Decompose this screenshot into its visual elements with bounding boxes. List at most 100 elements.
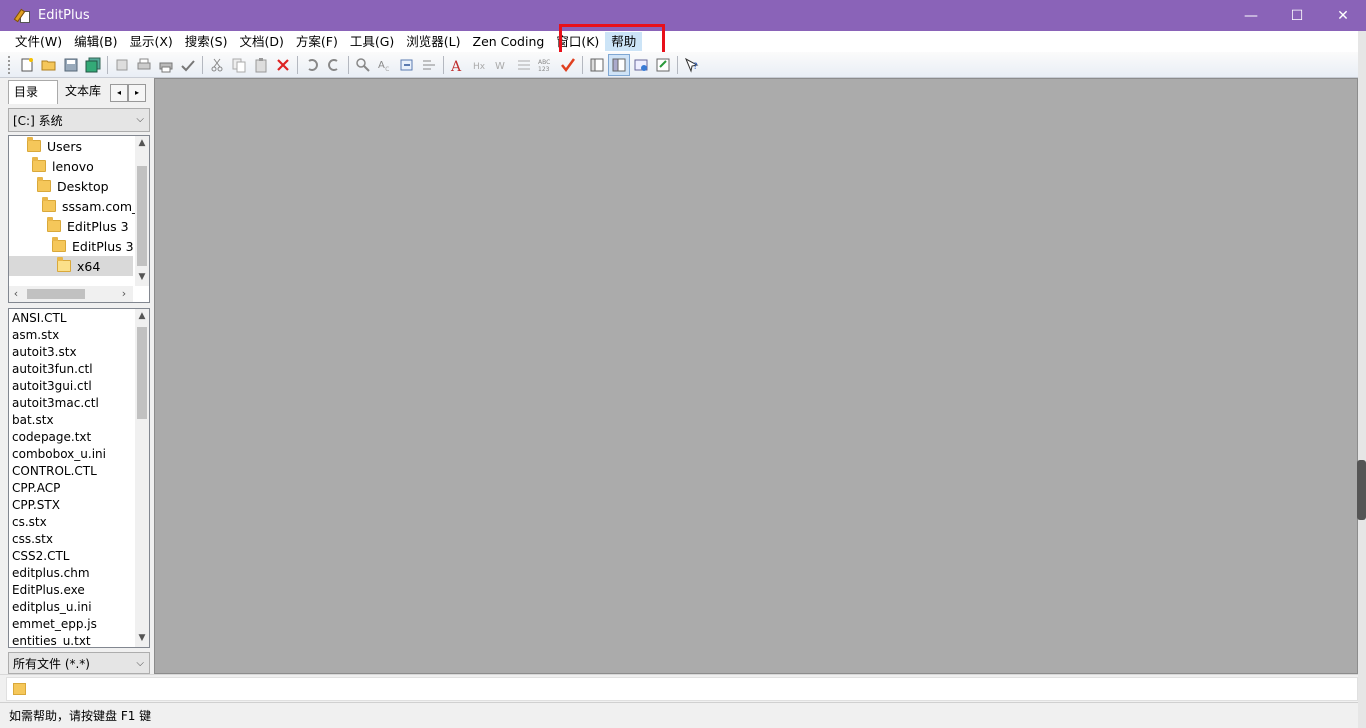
menu-file[interactable]: 文件(W) <box>9 32 68 51</box>
list-item[interactable]: bat.stx <box>12 412 54 429</box>
help-context-icon[interactable]: ? <box>681 54 703 76</box>
close-button[interactable]: ✕ <box>1320 0 1366 31</box>
scroll-up-icon[interactable]: ▲ <box>135 136 149 150</box>
menu-search[interactable]: 搜索(S) <box>179 32 234 51</box>
paste-icon[interactable] <box>250 54 272 76</box>
scroll-thumb[interactable] <box>27 289 85 299</box>
open-folder-icon[interactable] <box>38 54 60 76</box>
word-wrap-icon[interactable]: W <box>491 54 513 76</box>
list-item[interactable]: autoit3fun.ctl <box>12 361 93 378</box>
find-icon[interactable] <box>352 54 374 76</box>
new-file-icon[interactable] <box>16 54 38 76</box>
scroll-left-icon[interactable]: ‹ <box>9 286 23 302</box>
scroll-down-icon[interactable]: ▼ <box>135 270 149 284</box>
folder-icon <box>52 237 66 252</box>
goto-icon[interactable] <box>396 54 418 76</box>
reload-icon[interactable] <box>111 54 133 76</box>
tab-scroll-left-button[interactable]: ◂ <box>110 84 128 102</box>
toolbar-grip[interactable] <box>8 55 12 74</box>
file-list[interactable]: ANSI.CTL asm.stx autoit3.stx autoit3fun.… <box>8 308 150 648</box>
file-list-vertical-scrollbar[interactable]: ▲ ▼ <box>135 309 149 647</box>
tab-scroll-right-button[interactable]: ▸ <box>128 84 146 102</box>
hex-icon[interactable]: Hx <box>469 54 491 76</box>
editor-area[interactable] <box>154 78 1358 674</box>
tree-vertical-scrollbar[interactable]: ▲ ▼ <box>135 136 149 286</box>
scroll-up-icon[interactable]: ▲ <box>135 309 149 323</box>
list-item[interactable]: editplus.chm <box>12 565 90 582</box>
list-item[interactable]: autoit3gui.ctl <box>12 378 92 395</box>
scroll-thumb[interactable] <box>137 166 147 266</box>
minimize-button[interactable]: — <box>1228 0 1274 31</box>
undo-icon[interactable] <box>301 54 323 76</box>
tree-item[interactable]: Desktop <box>37 176 109 196</box>
list-item[interactable]: asm.stx <box>12 327 59 344</box>
tree-horizontal-scrollbar[interactable]: ‹ › <box>9 286 133 302</box>
list-item[interactable]: EditPlus.exe <box>12 582 85 599</box>
list-item[interactable]: CONTROL.CTL <box>12 463 97 480</box>
spell-check-icon[interactable] <box>177 54 199 76</box>
tree-item-selected[interactable]: x64 <box>9 256 133 276</box>
list-item[interactable]: CSS2.CTL <box>12 548 69 565</box>
scroll-thumb[interactable] <box>137 327 147 419</box>
tree-item-label: Users <box>47 138 83 154</box>
toolbar-separator <box>582 55 583 74</box>
menu-edit[interactable]: 编辑(B) <box>68 32 123 51</box>
menu-browser[interactable]: 浏览器(L) <box>400 32 466 51</box>
folder-icon[interactable] <box>13 683 26 695</box>
view-cliptext-icon[interactable] <box>608 53 630 76</box>
menu-tools[interactable]: 工具(G) <box>344 32 400 51</box>
list-item[interactable]: autoit3mac.ctl <box>12 395 99 412</box>
browser-icon[interactable] <box>630 54 652 76</box>
replace-icon[interactable]: Ac <box>374 54 396 76</box>
list-item[interactable]: autoit3.stx <box>12 344 77 361</box>
menu-view[interactable]: 显示(X) <box>123 32 178 51</box>
editplus-app-icon[interactable] <box>13 8 30 24</box>
save-all-icon[interactable] <box>82 54 104 76</box>
list-item[interactable]: codepage.txt <box>12 429 91 446</box>
folder-tree[interactable]: Users lenovo Desktop sssam.com_ EditPlus… <box>8 135 150 303</box>
output-window-icon[interactable] <box>652 54 674 76</box>
list-item[interactable]: ANSI.CTL <box>12 310 67 327</box>
print-icon[interactable] <box>155 54 177 76</box>
tree-item[interactable]: lenovo <box>32 156 94 176</box>
tree-item[interactable]: EditPlus 3 <box>47 216 129 236</box>
jump-icon[interactable] <box>418 54 440 76</box>
column-icon[interactable]: ABC 123 <box>535 54 557 76</box>
list-item[interactable]: CPP.STX <box>12 497 60 514</box>
tree-item[interactable]: Users <box>27 136 82 156</box>
menu-document[interactable]: 文档(D) <box>234 32 290 51</box>
tree-item[interactable]: sssam.com_ <box>42 196 138 216</box>
list-item[interactable]: entities_u.txt <box>12 633 91 647</box>
file-filter-select[interactable]: 所有文件 (*.*) ⌵ <box>8 652 150 674</box>
menu-zen-coding[interactable]: Zen Coding <box>467 32 551 51</box>
font-icon[interactable]: A <box>447 54 469 76</box>
tab-directory[interactable]: 目录 <box>8 80 58 104</box>
tab-cliptext[interactable]: 文本库 <box>60 80 110 104</box>
list-item[interactable]: combobox_u.ini <box>12 446 106 463</box>
list-item[interactable]: CPP.ACP <box>12 480 60 497</box>
scroll-down-icon[interactable]: ▼ <box>135 631 149 645</box>
scroll-right-icon[interactable]: › <box>117 286 131 302</box>
line-number-icon[interactable] <box>513 54 535 76</box>
save-icon[interactable] <box>60 54 82 76</box>
tree-item-label: Desktop <box>57 178 109 194</box>
delete-icon[interactable] <box>272 54 294 76</box>
toolbar-separator <box>348 55 349 74</box>
chevron-down-icon: ⌵ <box>136 114 144 125</box>
list-item[interactable]: cs.stx <box>12 514 47 531</box>
list-item[interactable]: editplus_u.ini <box>12 599 92 616</box>
cut-icon[interactable] <box>206 54 228 76</box>
redo-icon[interactable] <box>323 54 345 76</box>
document-tabs[interactable] <box>6 677 1358 701</box>
copy-icon[interactable] <box>228 54 250 76</box>
drive-select[interactable]: [C:] 系统 ⌵ <box>8 108 150 132</box>
menu-project[interactable]: 方案(F) <box>290 32 344 51</box>
folder-icon <box>42 197 56 212</box>
tree-item[interactable]: EditPlus 3 <box>52 236 134 256</box>
view-directory-icon[interactable] <box>586 54 608 76</box>
check-mark-icon[interactable] <box>557 54 579 76</box>
maximize-button[interactable]: ☐ <box>1274 0 1320 31</box>
print-preview-icon[interactable] <box>133 54 155 76</box>
list-item[interactable]: css.stx <box>12 531 53 548</box>
list-item[interactable]: emmet_epp.js <box>12 616 97 633</box>
